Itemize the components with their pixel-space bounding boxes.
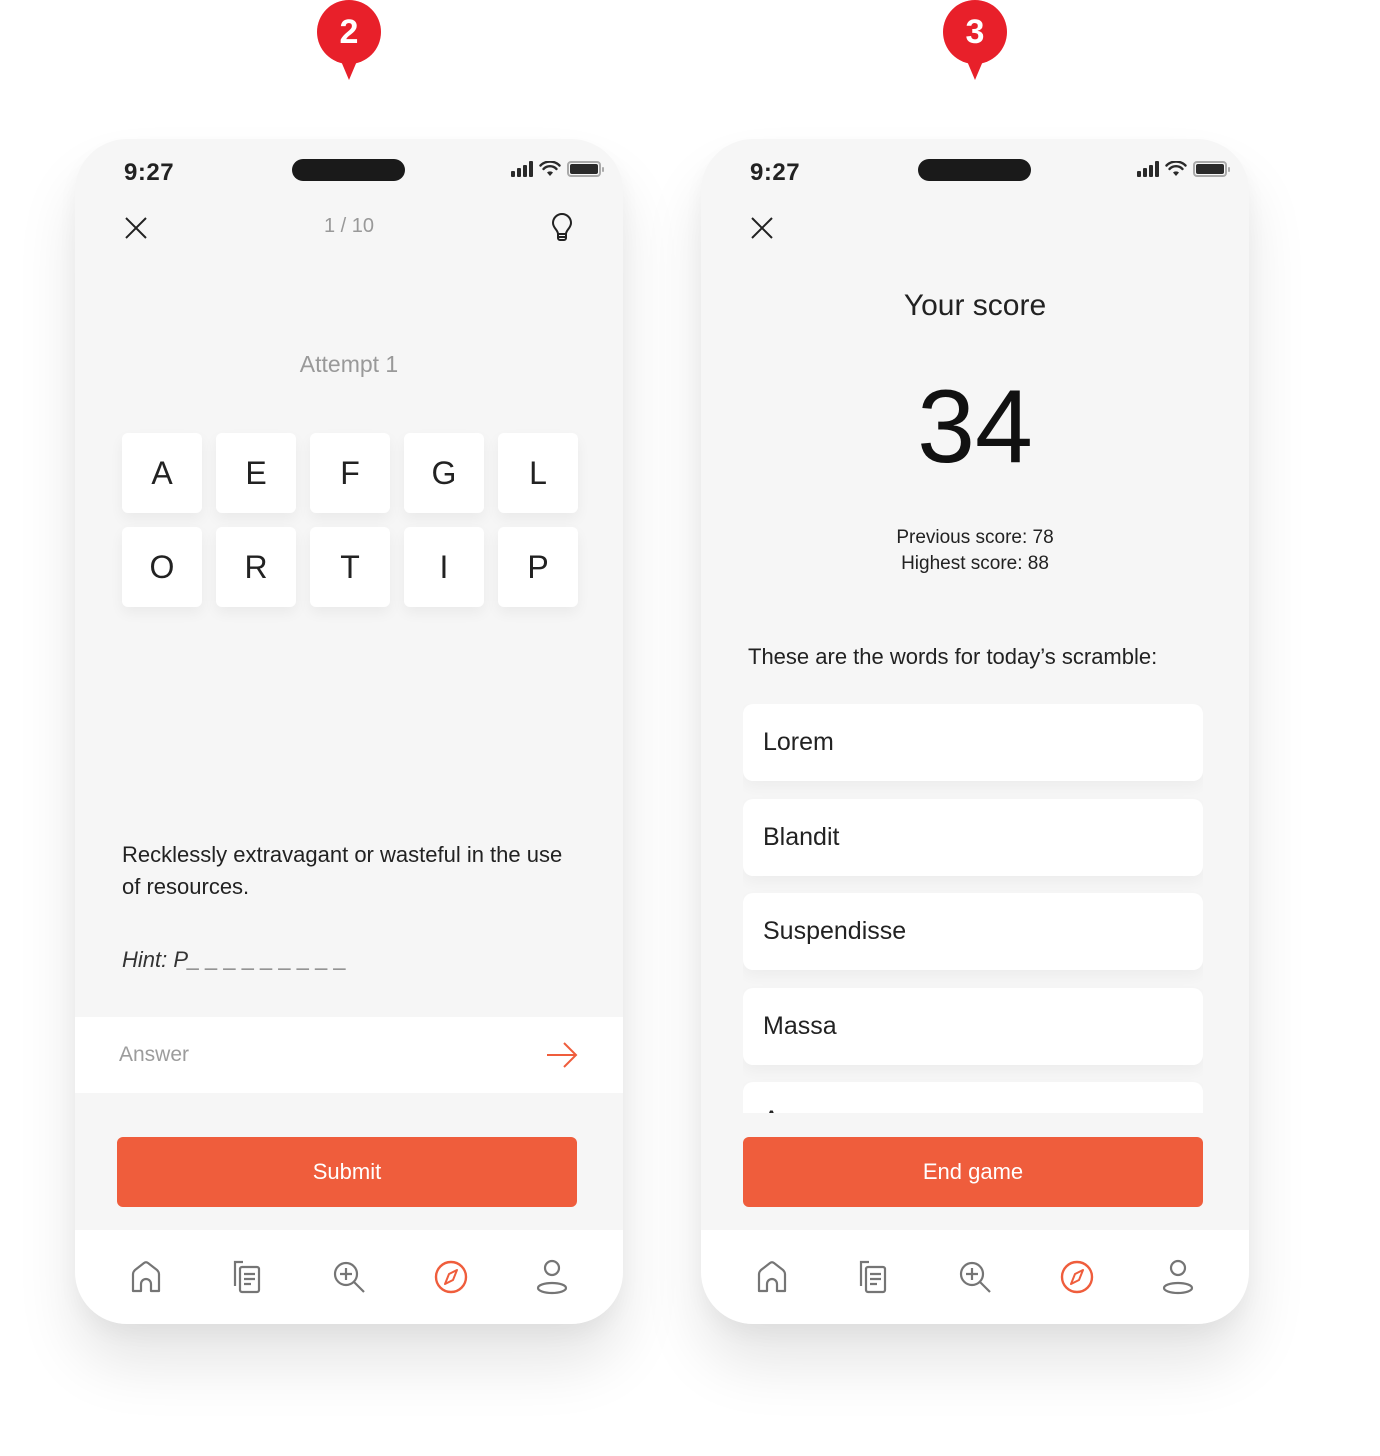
letter-tile[interactable]: G [404,433,484,513]
close-button[interactable] [747,213,777,243]
tab-documents[interactable] [217,1247,277,1307]
home-icon [757,1261,786,1293]
letter-tile[interactable]: A [122,433,202,513]
dynamic-island [918,159,1031,181]
compass-icon [434,1260,467,1294]
answer-input[interactable] [119,1017,519,1093]
word-item[interactable]: Massa [743,987,1203,1065]
score-history: Previous score: 78 Highest score: 88 [701,525,1249,577]
zoom-in-icon [959,1261,991,1293]
letter-tiles: A E F G L O R T I P [122,433,578,607]
hint-text: Hint: P_ _ _ _ _ _ _ _ _ [122,947,348,972]
letter-tile[interactable]: P [498,527,578,607]
question-progress: 1 / 10 [323,215,375,237]
letter-tile[interactable]: T [310,527,390,607]
status-time: 9:27 [124,159,175,186]
letter-tile[interactable]: E [216,433,296,513]
answer-submit-button[interactable] [545,1039,579,1071]
word-item[interactable]: Blandit [743,798,1203,876]
word-item[interactable]: Suspendisse [743,893,1203,970]
words-list[interactable]: Lorem Blandit Suspendisse Massa A [743,704,1203,1113]
battery-icon [567,161,604,177]
answer-row [75,1017,623,1093]
user-icon [1163,1259,1194,1295]
battery-icon [1193,161,1230,177]
wifi-icon [1165,161,1187,176]
letter-tile[interactable]: I [404,527,484,607]
score-value: 34 [917,369,1033,485]
status-time: 9:27 [750,159,801,186]
cellular-signal-icon [1137,161,1159,177]
bottom-tab-bar [75,1230,623,1324]
dynamic-island [292,159,405,181]
arrow-right-icon [547,1042,578,1068]
tab-documents[interactable] [843,1247,903,1307]
word-item[interactable]: Lorem [743,704,1203,781]
previous-score: Previous score: 78 [896,527,1054,548]
home-icon [131,1261,160,1293]
hint-button[interactable] [547,211,577,245]
status-bar: 9:27 [701,139,1249,199]
word-item[interactable]: A [743,1082,1203,1113]
bottom-tab-bar [701,1230,1249,1324]
tab-home[interactable] [742,1247,802,1307]
score-title: Your score [903,289,1047,322]
cellular-signal-icon [511,161,533,177]
lightbulb-icon [552,213,572,241]
tab-zoom-search[interactable] [945,1247,1005,1307]
tab-profile[interactable] [1148,1247,1208,1307]
step-marker-3: 3 [943,0,1007,82]
tab-zoom-search[interactable] [319,1247,379,1307]
tab-explore[interactable] [1047,1247,1107,1307]
step-marker-2: 2 [317,0,381,82]
status-bar: 9:27 [75,139,623,199]
tab-explore[interactable] [421,1247,481,1307]
tab-home[interactable] [116,1247,176,1307]
words-label: These are the words for today’s scramble… [748,644,1158,669]
phone-game-screen: 9:27 1 / 10 Attempt 1 A E F G L O R T I … [75,139,623,1324]
letter-tile[interactable]: L [498,433,578,513]
compass-icon [1060,1260,1093,1294]
close-icon [751,217,773,239]
attempt-label: Attempt 1 [299,351,399,377]
submit-button[interactable]: Submit [117,1137,577,1207]
wifi-icon [539,161,561,176]
letter-tile[interactable]: R [216,527,296,607]
end-game-button[interactable]: End game [743,1137,1203,1207]
letter-tile[interactable]: O [122,527,202,607]
user-icon [537,1259,568,1295]
word-definition: Recklessly extravagant or wasteful in th… [122,842,563,899]
highest-score: Highest score: 88 [901,553,1049,574]
letter-tile[interactable]: F [310,433,390,513]
documents-icon [234,1260,261,1294]
phone-score-screen: 9:27 Your score 34 Previous score: 78 Hi… [701,139,1249,1324]
documents-icon [860,1260,887,1294]
zoom-in-icon [333,1261,365,1293]
tab-profile[interactable] [522,1247,582,1307]
